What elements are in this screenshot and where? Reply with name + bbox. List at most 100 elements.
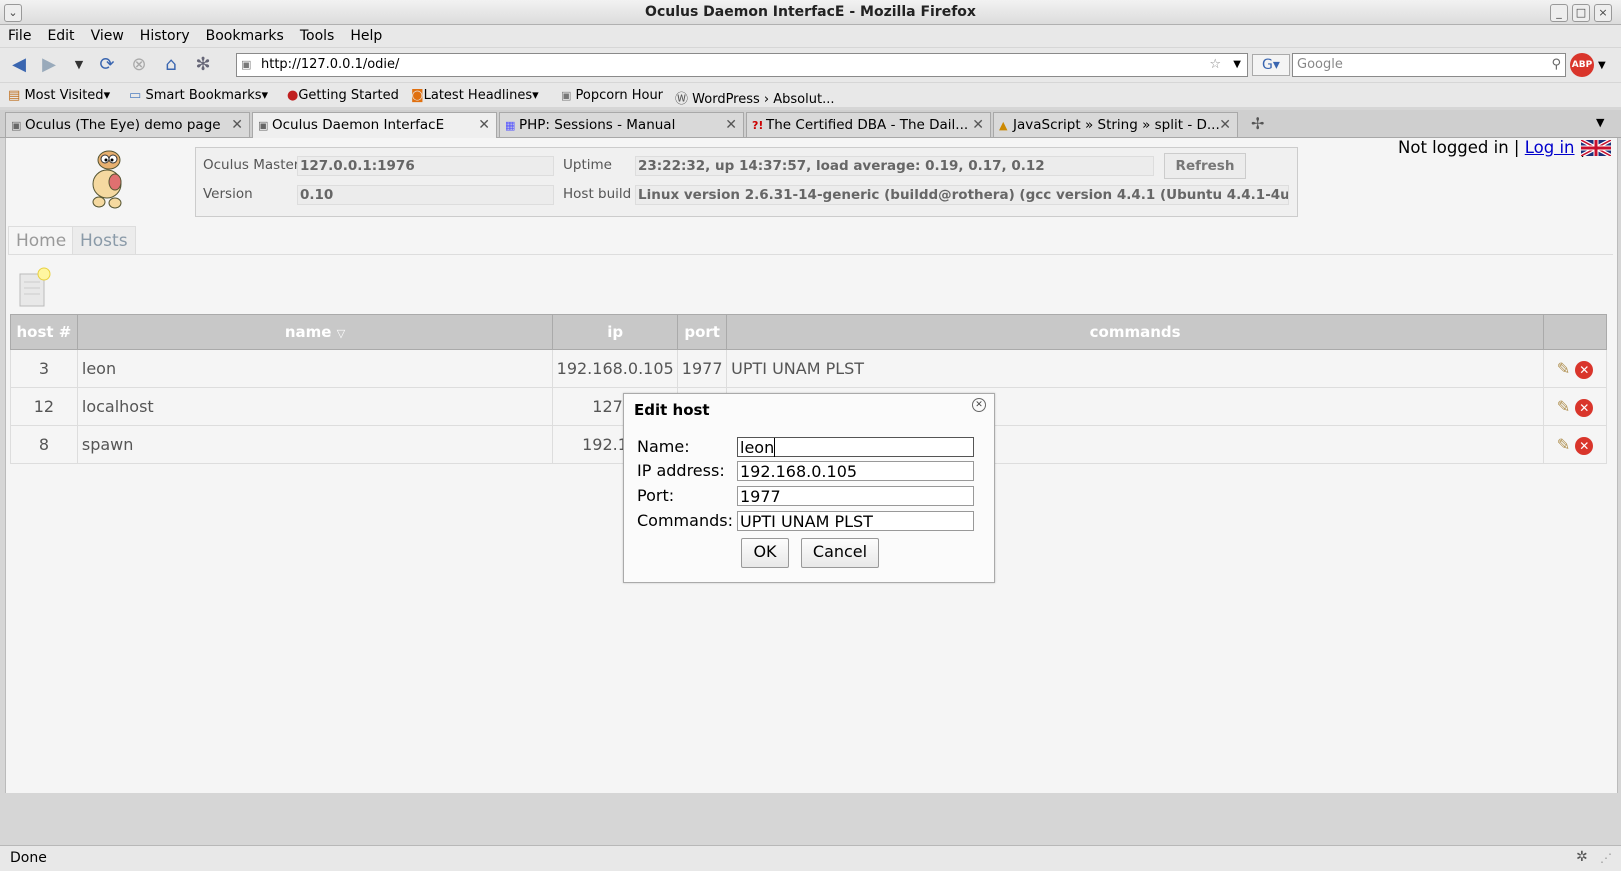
column-port[interactable]: port <box>677 314 728 350</box>
delete-icon[interactable]: ✕ <box>1575 398 1594 417</box>
bookmark-star-icon[interactable]: ☆ <box>1209 54 1221 76</box>
menu-file[interactable]: File <box>0 25 39 44</box>
search-icon[interactable]: ⚲ <box>1551 54 1561 76</box>
name-field-value[interactable]: leon <box>740 438 774 457</box>
close-tab-icon[interactable]: ✕ <box>231 113 243 137</box>
commands-field[interactable]: UPTI UNAM PLST <box>737 511 974 531</box>
nav-tab-hosts[interactable]: Hosts <box>72 226 136 255</box>
search-placeholder[interactable]: Google <box>1297 57 1343 72</box>
addon-icon[interactable]: ✻ <box>192 54 214 76</box>
tab-oculus-demo[interactable]: ▣ Oculus (The Eye) demo page ✕ <box>5 112 250 137</box>
addon-bar-icon[interactable]: ✲ <box>1576 849 1588 865</box>
new-tab-icon[interactable]: ✢ <box>1251 114 1264 133</box>
port-label: Port: <box>637 486 675 505</box>
menu-view[interactable]: View <box>83 25 132 44</box>
history-dropdown-icon[interactable]: ▼ <box>68 54 90 76</box>
refresh-button[interactable]: Refresh <box>1164 153 1246 179</box>
edit-icon[interactable]: ✎ <box>1557 435 1570 454</box>
commands-label: Commands: <box>637 511 733 530</box>
forward-icon[interactable]: ▶ <box>38 54 60 76</box>
page-icon: ▣ <box>561 89 572 102</box>
stop-icon[interactable]: ⊗ <box>128 54 150 76</box>
column-ip[interactable]: ip <box>552 314 679 350</box>
search-box[interactable]: Google ⚲ <box>1292 53 1566 77</box>
maximize-icon[interactable]: □ <box>1572 4 1590 22</box>
url-bar[interactable]: ▣ http://127.0.0.1/odie/ ☆ ▼ <box>236 53 1248 77</box>
menu-edit[interactable]: Edit <box>39 25 82 44</box>
tab-label: PHP: Sessions - Manual <box>519 117 676 133</box>
dialog-close-icon[interactable]: ✕ <box>972 398 986 412</box>
url-text[interactable]: http://127.0.0.1/odie/ <box>261 57 399 72</box>
login-link[interactable]: Log in <box>1525 138 1575 157</box>
name-field[interactable]: leon <box>737 437 974 457</box>
ip-label: IP address: <box>637 461 725 480</box>
cell-actions: ✎ ✕ <box>1543 349 1607 388</box>
cell-host-number: 3 <box>10 349 78 388</box>
tab-bar: ▣ Oculus (The Eye) demo page ✕ ▣ Oculus Dae… <box>0 110 1621 138</box>
tab-list-icon[interactable]: ▼ <box>1596 116 1604 129</box>
close-tab-icon[interactable]: ✕ <box>725 113 737 137</box>
ok-button[interactable]: OK <box>741 538 789 568</box>
adblock-icon[interactable]: ABP <box>1570 53 1594 77</box>
column-name[interactable]: name ▽ <box>76 314 554 350</box>
cell-name: localhost <box>76 387 554 426</box>
column-host-number[interactable]: host # <box>10 314 78 350</box>
firefox-icon: ● <box>287 88 299 103</box>
oculus-logo <box>82 146 132 210</box>
cell-name: leon <box>76 349 554 388</box>
host-build-label: Host build <box>563 186 632 202</box>
close-window-icon[interactable]: × <box>1594 4 1612 22</box>
dialog-title: Edit host <box>634 401 710 419</box>
ip-field[interactable]: 192.168.0.105 <box>737 461 974 481</box>
page-icon: ▣ <box>258 119 269 132</box>
bookmark-getting-started[interactable]: ●Getting Started <box>287 88 399 103</box>
delete-icon[interactable]: ✕ <box>1575 436 1594 455</box>
tab-oculus-daemon[interactable]: ▣ Oculus Daemon InterfacE ✕ <box>252 112 497 138</box>
bookmark-label: Latest Headlines <box>423 88 533 103</box>
search-engine-icon[interactable]: G▾ <box>1252 54 1290 76</box>
port-field[interactable]: 1977 <box>737 486 974 506</box>
menu-bookmarks[interactable]: Bookmarks <box>198 25 292 44</box>
bookmark-popcorn-hour[interactable]: ▣ Popcorn Hour <box>561 88 663 103</box>
cell-commands: UPTI UNAM PLST <box>726 349 1545 388</box>
tab-javascript-split[interactable]: ▲ JavaScript » String » split - D... ✕ <box>993 112 1238 137</box>
tab-label: JavaScript » String » split - D... <box>1013 117 1220 133</box>
bookmark-smart-bookmarks[interactable]: ▭ Smart Bookmarks▾ <box>129 88 268 103</box>
cancel-button[interactable]: Cancel <box>801 538 879 568</box>
bookmark-most-visited[interactable]: ▤ Most Visited▾ <box>8 88 110 103</box>
adblock-dropdown-icon[interactable]: ▼ <box>1598 60 1606 71</box>
login-status: Not logged in | <box>1398 138 1520 157</box>
reload-icon[interactable]: ⟳ <box>96 54 118 76</box>
minimize-icon[interactable]: _ <box>1550 4 1568 22</box>
close-tab-icon[interactable]: ✕ <box>478 113 490 137</box>
wordpress-icon: Ⓦ <box>675 92 689 107</box>
edit-icon[interactable]: ✎ <box>1557 397 1570 416</box>
edit-icon[interactable]: ✎ <box>1557 359 1570 378</box>
login-area: Not logged in | Log in | <box>1398 138 1585 157</box>
back-icon[interactable]: ◀ <box>8 54 30 76</box>
menu-help[interactable]: Help <box>342 25 390 44</box>
edit-host-dialog: Edit host ✕ Name: leon IP address: 192.1… <box>623 393 995 583</box>
resize-grip-icon[interactable]: ⋰ <box>1600 851 1612 865</box>
menu-history[interactable]: History <box>132 25 198 44</box>
delete-icon[interactable]: ✕ <box>1575 360 1594 379</box>
cell-port: 1977 <box>677 349 728 388</box>
tab-certified-dba[interactable]: ?! The Certified DBA - The Dail... ✕ <box>746 112 991 137</box>
menu-tools[interactable]: Tools <box>292 25 343 44</box>
nav-tab-home[interactable]: Home <box>8 226 75 255</box>
home-icon[interactable]: ⌂ <box>160 54 182 76</box>
tab-php-sessions[interactable]: ▦ PHP: Sessions - Manual ✕ <box>499 112 744 137</box>
bookmark-latest-headlines[interactable]: ◙Latest Headlines▾ <box>411 88 539 103</box>
master-value: 127.0.0.1:1976 <box>297 156 554 176</box>
site-identity-icon[interactable]: ▣ <box>241 54 255 76</box>
add-host-icon[interactable] <box>16 266 54 308</box>
uptime-value: 23:22:32, up 14:37:57, load average: 0.1… <box>635 156 1154 176</box>
column-commands[interactable]: commands <box>726 314 1545 350</box>
bookmark-wordpress[interactable]: Ⓦ WordPress › Absolut... <box>675 88 834 107</box>
uk-flag-icon[interactable] <box>1581 140 1611 156</box>
close-tab-icon[interactable]: ✕ <box>972 113 984 137</box>
close-tab-icon[interactable]: ✕ <box>1219 113 1231 137</box>
url-dropdown-icon[interactable]: ▼ <box>1233 54 1241 76</box>
nav-divider <box>8 254 1613 255</box>
status-text: Done <box>10 850 47 866</box>
